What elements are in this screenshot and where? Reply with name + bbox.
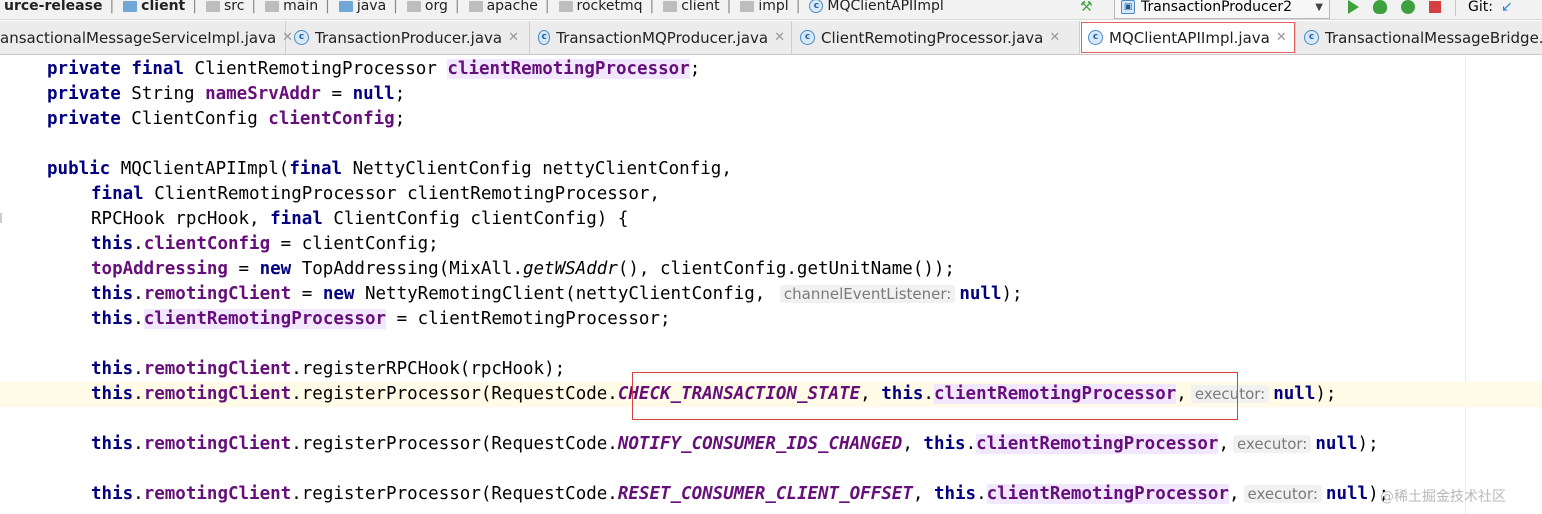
class-icon: c [538, 30, 551, 45]
breadcrumb-item-client-package[interactable]: client | [657, 0, 734, 14]
breadcrumb-item-src[interactable]: src | [200, 0, 259, 14]
package-icon [663, 0, 678, 12]
close-icon[interactable]: ✕ [1049, 30, 1060, 45]
run-configuration-select[interactable]: ▣ TransactionProducer2 ▼ [1114, 0, 1330, 19]
tab-label: ClientRemotingProcessor.java [821, 28, 1044, 47]
git-label: Git: [1468, 0, 1493, 15]
git-update-icon[interactable]: ↙ [1501, 0, 1513, 15]
code-line-6[interactable]: final ClientRemotingProcessor clientRemo… [0, 182, 1542, 207]
tab-label: TransactionProducer.java [315, 28, 503, 47]
tab-label: ansactionalMessageServiceImpl.java [0, 28, 277, 47]
breadcrumb-item-client-module[interactable]: client | [117, 0, 200, 14]
code-line-2[interactable]: private String nameSrvAddr = null; [0, 82, 1542, 107]
folder-icon [205, 0, 220, 12]
breadcrumb: urce-release | client | src | main | java | o… [0, 0, 948, 18]
breadcrumb-item-rocketmq[interactable]: rocketmq | [553, 0, 658, 14]
code-line-18[interactable]: this.remotingClient.registerProcessor(Re… [0, 482, 1542, 507]
tab-transactional-message-bridge[interactable]: c TransactionalMessageBridge.java [1296, 21, 1542, 54]
code-line-3[interactable]: private ClientConfig clientConfig; [0, 107, 1542, 132]
breadcrumb-item-java[interactable]: java | [333, 0, 401, 14]
debug-icon[interactable] [1373, 0, 1387, 14]
application-icon: ▣ [1121, 0, 1135, 14]
stop-icon[interactable] [1429, 1, 1441, 13]
parameter-hint: channelEventListener: [779, 285, 956, 303]
close-icon[interactable]: ✕ [508, 30, 519, 45]
run-configuration-label: TransactionProducer2 [1141, 0, 1293, 15]
tab-label: TransactionalMessageBridge.java [1325, 28, 1542, 47]
breadcrumb-item-org[interactable]: org | [401, 0, 463, 14]
code-line-7[interactable]: RPCHook rpcHook, final ClientConfig clie… [0, 207, 1542, 232]
chevron-down-icon: ▼ [1315, 1, 1323, 13]
breadcrumb-item-impl[interactable]: impl | [734, 0, 803, 14]
code-line-11[interactable]: this.clientRemotingProcessor = clientRem… [0, 307, 1542, 332]
code-line-8[interactable]: this.clientConfig = clientConfig; [0, 232, 1542, 257]
source-folder-icon [338, 0, 353, 12]
run-icon[interactable] [1348, 0, 1359, 14]
editor-tab-bar: ansactionalMessageServiceImpl.java ✕ c T… [0, 21, 1542, 55]
tab-transaction-mq-producer[interactable]: c TransactionMQProducer.java ✕ [530, 21, 792, 54]
code-line-1[interactable]: private final ClientRemotingProcessor cl… [0, 57, 1542, 82]
tab-label: TransactionMQProducer.java [556, 28, 769, 47]
tab-client-remoting-processor[interactable]: c ClientRemotingProcessor.java ✕ [792, 21, 1080, 54]
module-folder-icon [123, 0, 138, 12]
tab-transactional-message-service-impl[interactable]: ansactionalMessageServiceImpl.java ✕ [0, 21, 293, 54]
code-line-16[interactable]: this.remotingClient.registerProcessor(Re… [0, 432, 1542, 457]
tab-transaction-producer[interactable]: c TransactionProducer.java ✕ [286, 21, 530, 54]
tab-label: MQClientAPIImpl.java [1109, 28, 1270, 47]
code-line-9[interactable]: topAddressing = new TopAddressing(MixAll… [0, 257, 1542, 282]
breadcrumb-item-class[interactable]: c MQClientAPIImpl [803, 0, 947, 14]
watermark: @稀土掘金技术社区 [1380, 489, 1506, 505]
run-toolbar: ⚒ ▣ TransactionProducer2 ▼ Git: ↙ [1080, 0, 1513, 19]
package-icon [558, 0, 573, 12]
close-icon[interactable]: ✕ [774, 30, 785, 45]
folder-icon [265, 0, 280, 12]
class-icon: c [800, 30, 815, 45]
code-editor[interactable]: private final ClientRemotingProcessor cl… [0, 56, 1542, 514]
close-icon[interactable]: ✕ [1276, 30, 1287, 45]
parameter-hint: executor: [1243, 485, 1322, 503]
code-line-10[interactable]: this.remotingClient = new NettyRemotingC… [0, 282, 1542, 307]
parameter-hint: executor: [1232, 435, 1312, 453]
code-line-5[interactable]: public MQClientAPIImpl(final NettyClient… [0, 157, 1542, 182]
package-icon [740, 0, 755, 12]
build-hammer-icon[interactable]: ⚒ [1080, 0, 1096, 15]
package-icon [406, 0, 421, 12]
navigation-bar: urce-release | client | src | main | java | o… [0, 0, 1542, 20]
class-icon: c [1304, 30, 1319, 45]
breadcrumb-item-main[interactable]: main | [259, 0, 333, 14]
class-icon: c [1088, 30, 1103, 45]
run-with-coverage-icon[interactable] [1401, 0, 1415, 14]
tab-mq-client-api-impl[interactable]: c MQClientAPIImpl.java ✕ [1080, 21, 1296, 54]
breadcrumb-item-project[interactable]: urce-release | [0, 0, 117, 14]
breadcrumb-item-apache[interactable]: apache | [463, 0, 553, 14]
annotation-highlight-box [632, 372, 1238, 420]
class-icon: c [809, 0, 824, 13]
package-icon [468, 0, 483, 12]
class-icon: c [294, 30, 309, 45]
